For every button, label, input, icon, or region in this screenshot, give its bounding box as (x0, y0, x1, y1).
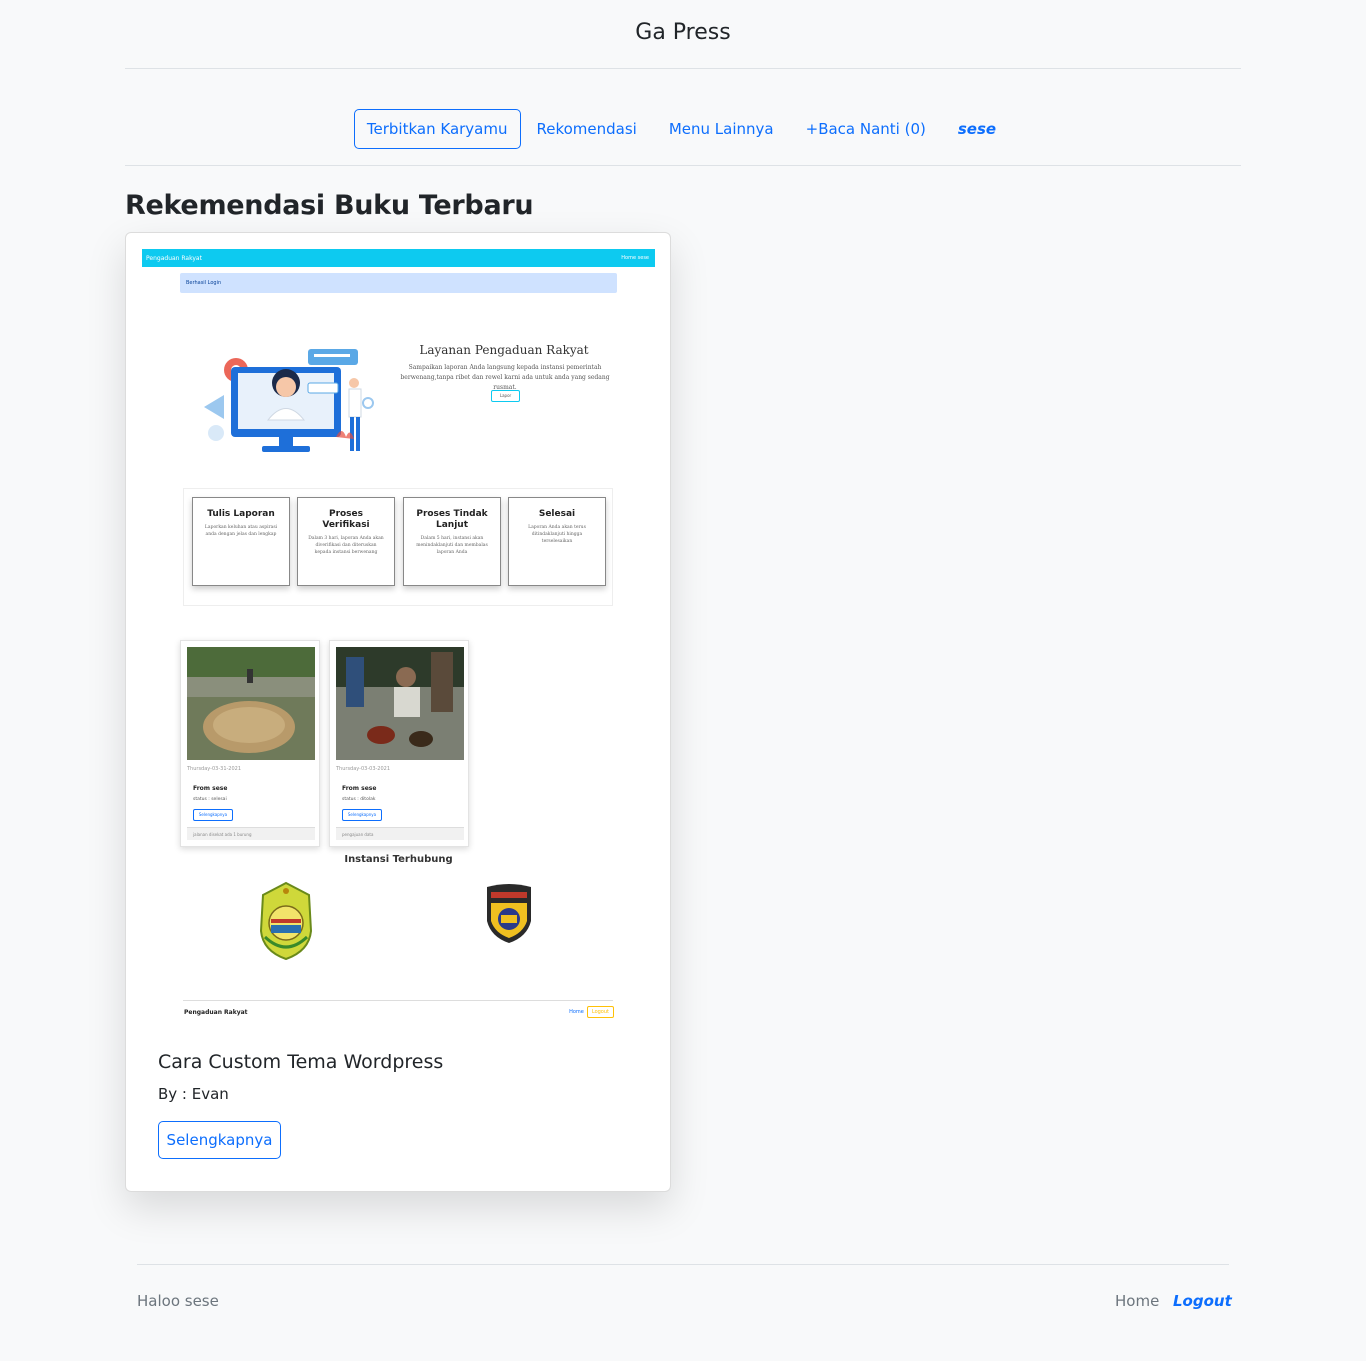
section-heading: Rekemendasi Buku Terbaru (125, 190, 534, 221)
step-title: Proses Tindak Lanjut (416, 509, 488, 530)
footer-divider (137, 1264, 1229, 1265)
nav-more-menu-link[interactable]: Menu Lainnya (653, 110, 790, 148)
book-card: Pengaduan Rakyat Home sese Berhasil Logi… (125, 232, 671, 1192)
thumbnail-footer-brand: Pengaduan Rakyat (184, 1009, 248, 1016)
main-nav: Terbitkan Karyamu Rekomendasi Menu Lainn… (0, 109, 1366, 149)
thumbnail-report-button: Lapor (491, 390, 520, 402)
report-footer: jalanan disekat ada 1 burung (187, 827, 315, 840)
nav-recommendation-link[interactable]: Rekomendasi (521, 110, 653, 148)
nav-divider (125, 165, 1241, 166)
nav-user-link[interactable]: sese (942, 110, 1012, 148)
police-emblem-logo (487, 884, 531, 943)
thumbnail-report-card: Thursday-03-03-2021 From sese status : d… (329, 640, 469, 847)
thumbnail-hero-text: Sampaikan laporan Anda langsung kepada i… (400, 364, 610, 391)
footer-logout-link[interactable]: Logout (1173, 1292, 1232, 1310)
thumbnail-instansi-title: Instansi Terhubung (344, 854, 453, 865)
step-title: Proses Verifikasi (322, 509, 370, 530)
step-card: Proses Verifikasi Dalam 3 hari, laporan … (297, 497, 395, 586)
step-card: Tulis Laporan Laporkan keluhan atau aspi… (192, 497, 290, 586)
step-card: Selesai Laporan Anda akan terus ditindak… (508, 497, 606, 586)
step-desc: Dalam 5 hari, instansi akan menindaklanj… (416, 536, 488, 555)
thumbnail-footer-logout: Logout (586, 1006, 614, 1018)
footer-greeting: Haloo sese (137, 1292, 219, 1310)
thumbnail-nav-links: Home sese (621, 255, 649, 261)
read-more-button[interactable]: Selengkapnya (158, 1121, 281, 1159)
step-desc: Dalam 3 hari, laporan Anda akan diverifi… (308, 536, 384, 555)
report-status: status : selesai (193, 797, 227, 802)
thumbnail-alert: Berhasil Login (180, 273, 617, 293)
site-title: Ga Press (635, 20, 731, 45)
cockfight-photo (336, 647, 464, 760)
report-from: From sese (342, 785, 377, 792)
report-detail-button: Selengkapnya (342, 809, 382, 821)
pothole-road-photo (187, 647, 315, 760)
thumbnail-footer-divider (183, 1000, 613, 1001)
thumbnail-hero-title: Layanan Pengaduan Rakyat (419, 343, 589, 357)
thumbnail-nav-brand: Pengaduan Rakyat (146, 255, 202, 262)
report-detail-button: Selengkapnya (193, 809, 233, 821)
customer-service-illustration (204, 349, 374, 452)
report-date: Thursday-03-03-2021 (336, 766, 391, 772)
regency-emblem-logo (259, 881, 313, 961)
thumbnail-report-card: Thursday-03-31-2021 From sese status : s… (180, 640, 320, 847)
thumbnail-footer-home: Home (569, 1009, 584, 1015)
footer-home-link[interactable]: Home (1115, 1292, 1159, 1310)
header-divider (125, 68, 1241, 69)
book-author: By : Evan (158, 1085, 229, 1103)
book-title: Cara Custom Tema Wordpress (158, 1051, 444, 1073)
thumbnail-footer-links: Home Logout (569, 1006, 614, 1018)
nav-publish-button[interactable]: Terbitkan Karyamu (353, 109, 521, 149)
step-desc: Laporkan keluhan atau aspirasi anda deng… (204, 525, 278, 537)
report-date: Thursday-03-31-2021 (187, 766, 242, 772)
report-status: status : ditolak (342, 797, 376, 802)
thumbnail-steps: Tulis Laporan Laporkan keluhan atau aspi… (183, 488, 613, 606)
report-footer: pengajuan data (336, 827, 464, 840)
report-from: From sese (193, 785, 228, 792)
book-cover-image[interactable]: Pengaduan Rakyat Home sese Berhasil Logi… (142, 249, 655, 1026)
step-desc: Laporan Anda akan terus ditindaklanjuti … (528, 525, 586, 544)
thumbnail-navbar: Pengaduan Rakyat Home sese (142, 249, 655, 267)
step-card: Proses Tindak Lanjut Dalam 5 hari, insta… (403, 497, 501, 586)
step-title: Selesai (538, 509, 576, 519)
nav-read-later-link[interactable]: +Baca Nanti (0) (790, 110, 942, 148)
step-title: Tulis Laporan (207, 509, 275, 519)
